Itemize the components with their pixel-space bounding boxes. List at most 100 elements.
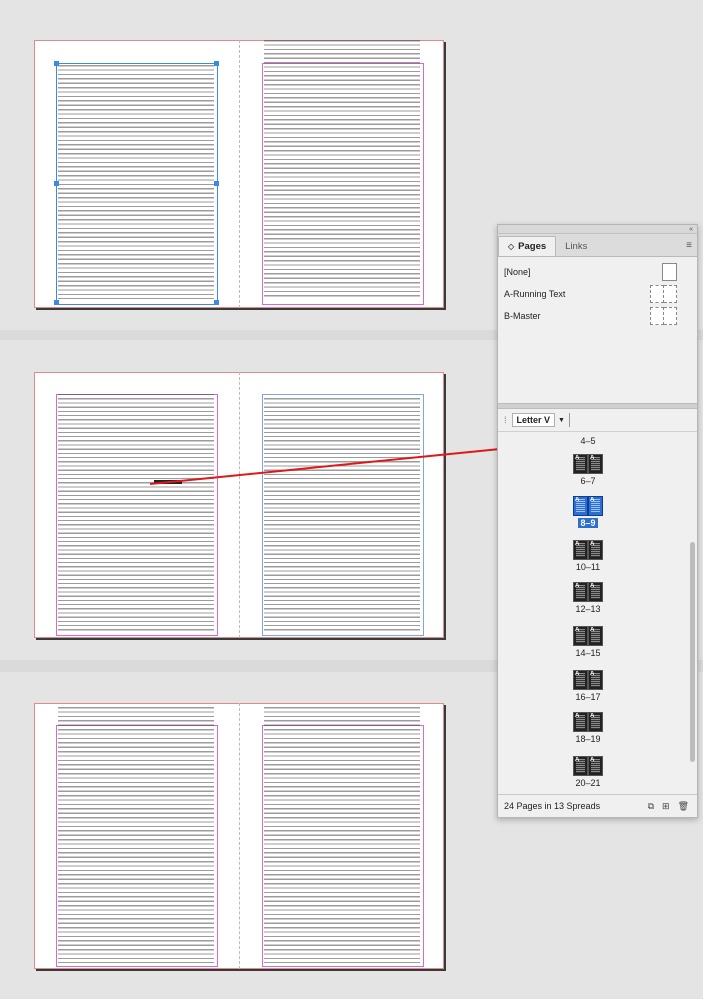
spread-thumbnail[interactable]: A A 16–17 bbox=[498, 670, 678, 702]
spread-thumbnail[interactable]: A A 18–19 bbox=[498, 712, 678, 744]
master-letter: A bbox=[590, 671, 595, 677]
page-thumbnail[interactable]: A bbox=[573, 540, 588, 560]
spread-pages[interactable]: AA bbox=[573, 540, 603, 560]
master-letter: A bbox=[575, 583, 580, 589]
spine-guide bbox=[239, 703, 240, 969]
master-letter: A bbox=[575, 713, 580, 719]
page-count-text: 24 Pages in 13 Spreads bbox=[504, 801, 601, 811]
page-thumbnail[interactable]: A bbox=[588, 582, 603, 602]
page-thumbnail[interactable]: A bbox=[588, 756, 603, 776]
grip-icon[interactable]: ⁞ bbox=[504, 415, 507, 425]
spread-thumbnail[interactable]: A A 8–9 bbox=[498, 496, 678, 528]
spread-label: 18–19 bbox=[575, 734, 601, 744]
resize-handle[interactable] bbox=[214, 61, 219, 66]
master-a-running-text[interactable]: A-Running Text bbox=[504, 283, 691, 305]
spread-pages[interactable]: AA bbox=[573, 670, 603, 690]
master-letter: A bbox=[590, 583, 595, 589]
master-thumbnail bbox=[650, 285, 677, 303]
resize-handle[interactable] bbox=[54, 300, 59, 305]
pages-panel[interactable]: « ◇ Pages Links ≡ [None] A-Running Text B… bbox=[497, 224, 698, 818]
page-thumbnail[interactable]: A bbox=[573, 496, 588, 516]
spread-pages[interactable]: AA bbox=[573, 712, 603, 732]
page-size-icon[interactable]: ⧉ bbox=[648, 801, 654, 812]
dropdown-arrow-icon[interactable]: ▼ bbox=[558, 417, 565, 424]
document-spread[interactable] bbox=[34, 40, 444, 308]
spread-label: 4–5 bbox=[580, 436, 596, 446]
pasteboard[interactable]: « ◇ Pages Links ≡ [None] A-Running Text B… bbox=[0, 0, 703, 999]
spread-pages[interactable]: AA bbox=[573, 582, 603, 602]
master-letter: A bbox=[575, 671, 580, 677]
page-thumbnail[interactable]: A bbox=[573, 626, 588, 646]
tab-pages[interactable]: ◇ Pages bbox=[498, 236, 557, 256]
spread-thumbnail[interactable]: A A 12–13 bbox=[498, 582, 678, 614]
spread-label: 10–11 bbox=[575, 562, 601, 572]
text-frame[interactable] bbox=[264, 707, 420, 963]
master-letter: A bbox=[575, 627, 580, 633]
page-thumbnail[interactable]: A bbox=[588, 454, 603, 474]
page-thumbnail[interactable]: A bbox=[573, 756, 588, 776]
highlighted-text[interactable] bbox=[154, 480, 182, 484]
panel-menu-icon[interactable]: ≡ bbox=[686, 240, 692, 251]
document-spread[interactable] bbox=[34, 372, 444, 638]
spread-label: 12–13 bbox=[575, 604, 601, 614]
chevron-icon: ◇ bbox=[508, 242, 515, 251]
resize-handle[interactable] bbox=[214, 181, 219, 186]
panel-titlebar[interactable]: « bbox=[498, 225, 697, 234]
resize-handle[interactable] bbox=[54, 61, 59, 66]
resize-handle[interactable] bbox=[54, 181, 59, 186]
spread-thumbnail[interactable]: A A 10–11 bbox=[498, 540, 678, 572]
master-thumbnail bbox=[662, 263, 677, 281]
page-size-bar: ⁞ Letter V ▼ bbox=[498, 409, 697, 432]
text-frame[interactable] bbox=[58, 707, 214, 963]
spread-thumbnail[interactable]: A A 6–7 bbox=[498, 454, 678, 486]
spread-label: 16–17 bbox=[575, 692, 601, 702]
spread-label: 20–21 bbox=[575, 778, 601, 788]
spreads-list[interactable]: 4–5 A A 6–7 A A 8–9 A A 10–11 A A 12–13 A A 14–15 A A 16–1… bbox=[498, 432, 697, 810]
master-letter: A bbox=[575, 541, 580, 547]
tab-links[interactable]: Links bbox=[556, 237, 596, 256]
spine-guide bbox=[239, 372, 240, 638]
spread-pages[interactable]: AA bbox=[573, 454, 603, 474]
panel-tabs: ◇ Pages Links ≡ bbox=[498, 234, 697, 257]
spread-thumbnail[interactable]: A A 20–21 bbox=[498, 756, 678, 788]
spread-label: 14–15 bbox=[575, 648, 601, 658]
document-spread[interactable] bbox=[34, 703, 444, 969]
text-frame[interactable] bbox=[58, 394, 214, 632]
collapse-icon[interactable]: « bbox=[689, 226, 693, 233]
spine-guide bbox=[239, 40, 240, 308]
page-thumbnail[interactable]: A bbox=[573, 454, 588, 474]
page-thumbnail[interactable]: A bbox=[573, 712, 588, 732]
new-page-icon[interactable]: ⊞ bbox=[662, 801, 670, 812]
page-thumbnail[interactable]: A bbox=[588, 712, 603, 732]
delete-page-icon[interactable]: 🗑 bbox=[678, 801, 689, 812]
spread-pages[interactable]: AA bbox=[573, 496, 603, 516]
spread-thumbnail[interactable]: A A 14–15 bbox=[498, 626, 678, 658]
master-none[interactable]: [None] bbox=[504, 261, 691, 283]
master-letter: A bbox=[590, 627, 595, 633]
page-thumbnail[interactable]: A bbox=[588, 496, 603, 516]
spread-label: 6–7 bbox=[580, 476, 596, 486]
page-thumbnail[interactable]: A bbox=[573, 582, 588, 602]
master-letter: A bbox=[590, 455, 595, 461]
spread-thumbnail[interactable]: 4–5 bbox=[498, 434, 678, 446]
page-thumbnail[interactable]: A bbox=[573, 670, 588, 690]
text-frame[interactable] bbox=[264, 40, 420, 299]
master-letter: A bbox=[590, 497, 595, 503]
master-b[interactable]: B-Master bbox=[504, 305, 691, 327]
spread-pages[interactable]: AA bbox=[573, 626, 603, 646]
page-thumbnail[interactable]: A bbox=[588, 626, 603, 646]
selected-text-frame[interactable] bbox=[56, 63, 218, 305]
page-size-select[interactable]: Letter V bbox=[511, 413, 556, 427]
master-letter: A bbox=[575, 455, 580, 461]
resize-handle[interactable] bbox=[214, 300, 219, 305]
master-letter: A bbox=[590, 757, 595, 763]
page-thumbnail[interactable]: A bbox=[588, 540, 603, 560]
master-letter: A bbox=[590, 713, 595, 719]
master-thumbnail bbox=[650, 307, 677, 325]
page-thumbnail[interactable]: A bbox=[588, 670, 603, 690]
scrollbar[interactable] bbox=[690, 542, 695, 762]
linked-text-frame[interactable] bbox=[262, 394, 424, 636]
spread-pages[interactable]: AA bbox=[573, 756, 603, 776]
panel-status-bar: 24 Pages in 13 Spreads ⧉ ⊞ 🗑 bbox=[498, 794, 697, 817]
masters-section: [None] A-Running Text B-Master bbox=[498, 257, 697, 331]
